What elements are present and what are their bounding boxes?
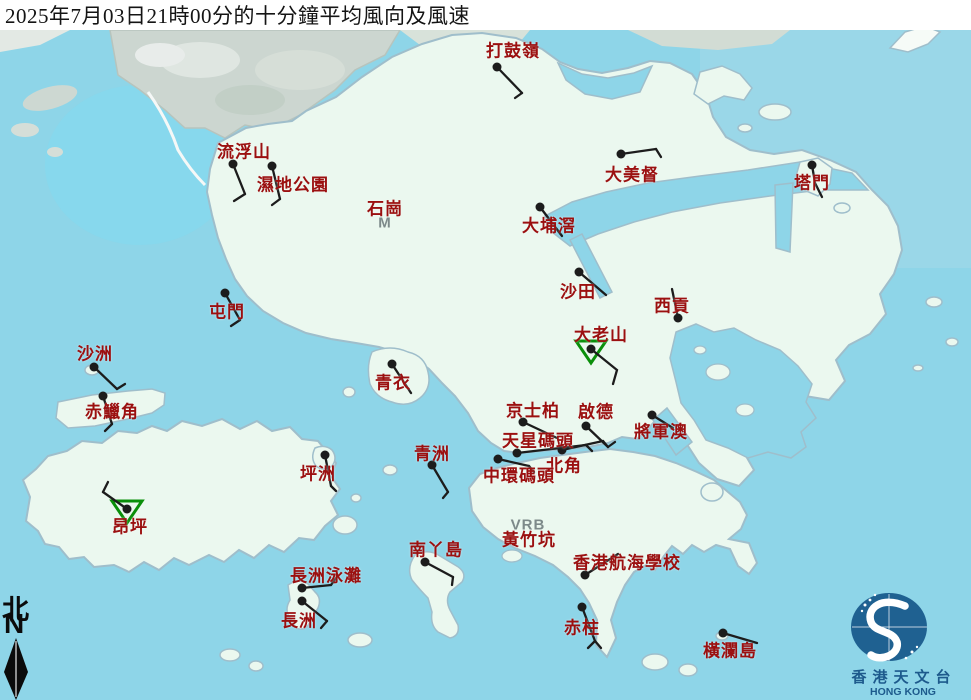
station-dot [493,63,502,72]
title-bar: 2025年7月03日21時00分的十分鐘平均風向及風速 [0,0,971,30]
station-dot [221,289,230,298]
ap-lei-chau [502,550,522,562]
station-dot [648,411,657,420]
station-dot [90,363,99,372]
station-dot [298,584,307,593]
station-dot [674,314,683,323]
station-dot [268,162,277,171]
station-dot [388,360,397,369]
hko-logo-icon [851,593,927,661]
station-dot [719,629,728,638]
wind-map-screen: 2025年7月03日21時00分的十分鐘平均風向及風速 打鼓嶺流浮山濕地公園石崗… [0,0,971,700]
station-dot [581,571,590,580]
station-dot [587,345,596,354]
station-dot [513,449,522,458]
station-dot [321,451,330,460]
station-dot [536,203,545,212]
wind-barb [452,577,453,585]
station-dot [421,558,430,567]
station-dot [582,422,591,431]
station-dot [575,268,584,277]
hko-logo-name-zh: 香港天文台 [838,666,970,687]
hong-kong-map [0,0,971,700]
station-dot [99,392,108,401]
station-dot [578,603,587,612]
station-dot [123,505,132,514]
north-letter-label: N [4,610,24,638]
station-dot [617,150,626,159]
hko-logo-name-en: HONG KONG OBSERVATORY [832,686,971,700]
station-dot [298,597,307,606]
station-dot [808,161,817,170]
station-dot [558,446,567,455]
station-dot [519,418,528,427]
page-title: 2025年7月03日21時00分的十分鐘平均風向及風速 [0,0,470,30]
station-dot [494,455,503,464]
station-dot [428,461,437,470]
station-dot [229,160,238,169]
